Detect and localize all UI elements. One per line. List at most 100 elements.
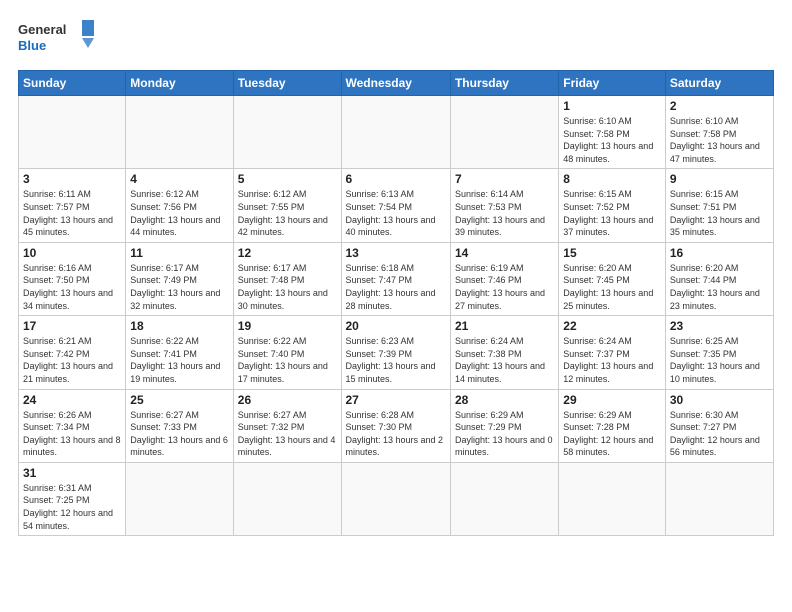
page: General Blue SundayMondayTuesdayWednesda… [0,0,792,612]
day-cell: 24 Sunrise: 6:26 AM Sunset: 7:34 PM Dayli… [19,389,126,462]
day-cell [341,96,450,169]
day-info: Sunrise: 6:31 AM Sunset: 7:25 PM Dayligh… [23,482,121,532]
day-info: Sunrise: 6:10 AM Sunset: 7:58 PM Dayligh… [670,115,769,165]
day-info: Sunrise: 6:26 AM Sunset: 7:34 PM Dayligh… [23,409,121,459]
day-info: Sunrise: 6:15 AM Sunset: 7:52 PM Dayligh… [563,188,661,238]
day-cell: 20Sunrise: 6:23 AM Sunset: 7:39 PM Dayli… [341,316,450,389]
day-number: 6 [346,172,446,186]
day-info: Sunrise: 6:29 AM Sunset: 7:28 PM Dayligh… [563,409,661,459]
day-cell [233,96,341,169]
day-info: Sunrise: 6:27 AM Sunset: 7:33 PM Dayligh… [130,409,228,459]
day-info: Sunrise: 6:11 AM Sunset: 7:57 PM Dayligh… [23,188,121,238]
day-info: Sunrise: 6:17 AM Sunset: 7:48 PM Dayligh… [238,262,337,312]
day-cell [126,96,233,169]
day-cell: 14 Sunrise: 6:19 AM Sunset: 7:46 PM Dayli… [450,242,558,315]
day-cell: 15 Sunrise: 6:20 AM Sunset: 7:45 PM Dayli… [559,242,666,315]
day-info: Sunrise: 6:20 AM Sunset: 7:44 PM Dayligh… [670,262,769,312]
day-info: Sunrise: 6:18 AM Sunset: 7:47 PM Dayligh… [346,262,446,312]
day-cell: 28 Sunrise: 6:29 AM Sunset: 7:29 PM Dayli… [450,389,558,462]
day-cell: 2 Sunrise: 6:10 AM Sunset: 7:58 PM Daylig… [665,96,773,169]
day-info: Sunrise: 6:10 AM Sunset: 7:58 PM Dayligh… [563,115,661,165]
day-number: 9 [670,172,769,186]
day-cell: 31 Sunrise: 6:31 AM Sunset: 7:25 PM Dayli… [19,462,126,535]
day-cell: 4 Sunrise: 6:12 AM Sunset: 7:56 PM Daylig… [126,169,233,242]
day-number: 26 [238,393,337,407]
day-number: 25 [130,393,228,407]
day-info: Sunrise: 6:19 AM Sunset: 7:46 PM Dayligh… [455,262,554,312]
week-row-0: 1 Sunrise: 6:10 AM Sunset: 7:58 PM Daylig… [19,96,774,169]
day-number: 28 [455,393,554,407]
day-number: 5 [238,172,337,186]
day-number: 16 [670,246,769,260]
day-cell: 10 Sunrise: 6:16 AM Sunset: 7:50 PM Dayli… [19,242,126,315]
day-info: Sunrise: 6:12 AM Sunset: 7:55 PM Dayligh… [238,188,337,238]
day-number: 1 [563,99,661,113]
day-info: Sunrise: 6:17 AM Sunset: 7:49 PM Dayligh… [130,262,228,312]
day-number: 13 [346,246,446,260]
weekday-header-thursday: Thursday [450,71,558,96]
week-row-1: 3 Sunrise: 6:11 AM Sunset: 7:57 PM Daylig… [19,169,774,242]
day-number: 7 [455,172,554,186]
header: General Blue [18,18,774,60]
day-number: 31 [23,466,121,480]
logo-svg: General Blue [18,18,98,60]
day-info: Sunrise: 6:24 AM Sunset: 7:38 PM Dayligh… [455,335,554,385]
day-cell [665,462,773,535]
day-number: 4 [130,172,228,186]
weekday-header-wednesday: Wednesday [341,71,450,96]
day-cell [341,462,450,535]
day-info: Sunrise: 6:13 AM Sunset: 7:54 PM Dayligh… [346,188,446,238]
day-number: 27 [346,393,446,407]
day-info: Sunrise: 6:16 AM Sunset: 7:50 PM Dayligh… [23,262,121,312]
day-number: 8 [563,172,661,186]
day-number: 12 [238,246,337,260]
day-info: Sunrise: 6:24 AM Sunset: 7:37 PM Dayligh… [563,335,661,385]
day-cell: 19Sunrise: 6:22 AM Sunset: 7:40 PM Dayli… [233,316,341,389]
day-info: Sunrise: 6:28 AM Sunset: 7:30 PM Dayligh… [346,409,446,459]
weekday-header-saturday: Saturday [665,71,773,96]
day-number: 23 [670,319,769,333]
day-number: 24 [23,393,121,407]
day-number: 2 [670,99,769,113]
day-number: 22 [563,319,661,333]
day-number: 3 [23,172,121,186]
day-cell [450,462,558,535]
week-row-4: 24 Sunrise: 6:26 AM Sunset: 7:34 PM Dayli… [19,389,774,462]
weekday-header-tuesday: Tuesday [233,71,341,96]
day-info: Sunrise: 6:15 AM Sunset: 7:51 PM Dayligh… [670,188,769,238]
week-row-5: 31 Sunrise: 6:31 AM Sunset: 7:25 PM Dayli… [19,462,774,535]
day-info: Sunrise: 6:22 AM Sunset: 7:40 PM Dayligh… [238,335,337,385]
day-info: Sunrise: 6:29 AM Sunset: 7:29 PM Dayligh… [455,409,554,459]
week-row-3: 17Sunrise: 6:21 AM Sunset: 7:42 PM Dayli… [19,316,774,389]
day-number: 15 [563,246,661,260]
day-cell: 17Sunrise: 6:21 AM Sunset: 7:42 PM Dayli… [19,316,126,389]
day-cell: 23 Sunrise: 6:25 AM Sunset: 7:35 PM Dayli… [665,316,773,389]
day-number: 11 [130,246,228,260]
day-info: Sunrise: 6:14 AM Sunset: 7:53 PM Dayligh… [455,188,554,238]
day-info: Sunrise: 6:20 AM Sunset: 7:45 PM Dayligh… [563,262,661,312]
weekday-header-monday: Monday [126,71,233,96]
day-cell: 1 Sunrise: 6:10 AM Sunset: 7:58 PM Daylig… [559,96,666,169]
day-cell: 11 Sunrise: 6:17 AM Sunset: 7:49 PM Dayli… [126,242,233,315]
day-cell: 7 Sunrise: 6:14 AM Sunset: 7:53 PM Daylig… [450,169,558,242]
day-info: Sunrise: 6:12 AM Sunset: 7:56 PM Dayligh… [130,188,228,238]
day-number: 30 [670,393,769,407]
day-number: 14 [455,246,554,260]
day-cell: 3 Sunrise: 6:11 AM Sunset: 7:57 PM Daylig… [19,169,126,242]
day-cell [19,96,126,169]
day-cell: 6 Sunrise: 6:13 AM Sunset: 7:54 PM Daylig… [341,169,450,242]
day-info: Sunrise: 6:22 AM Sunset: 7:41 PM Dayligh… [130,335,228,385]
day-cell: 9 Sunrise: 6:15 AM Sunset: 7:51 PM Daylig… [665,169,773,242]
day-info: Sunrise: 6:25 AM Sunset: 7:35 PM Dayligh… [670,335,769,385]
weekday-header-row: SundayMondayTuesdayWednesdayThursdayFrid… [19,71,774,96]
day-info: Sunrise: 6:21 AM Sunset: 7:42 PM Dayligh… [23,335,121,385]
day-number: 18 [130,319,228,333]
day-cell: 13 Sunrise: 6:18 AM Sunset: 7:47 PM Dayli… [341,242,450,315]
day-cell [559,462,666,535]
day-number: 20 [346,319,446,333]
weekday-header-sunday: Sunday [19,71,126,96]
weekday-header-friday: Friday [559,71,666,96]
day-number: 10 [23,246,121,260]
day-info: Sunrise: 6:27 AM Sunset: 7:32 PM Dayligh… [238,409,337,459]
day-cell: 25 Sunrise: 6:27 AM Sunset: 7:33 PM Dayli… [126,389,233,462]
